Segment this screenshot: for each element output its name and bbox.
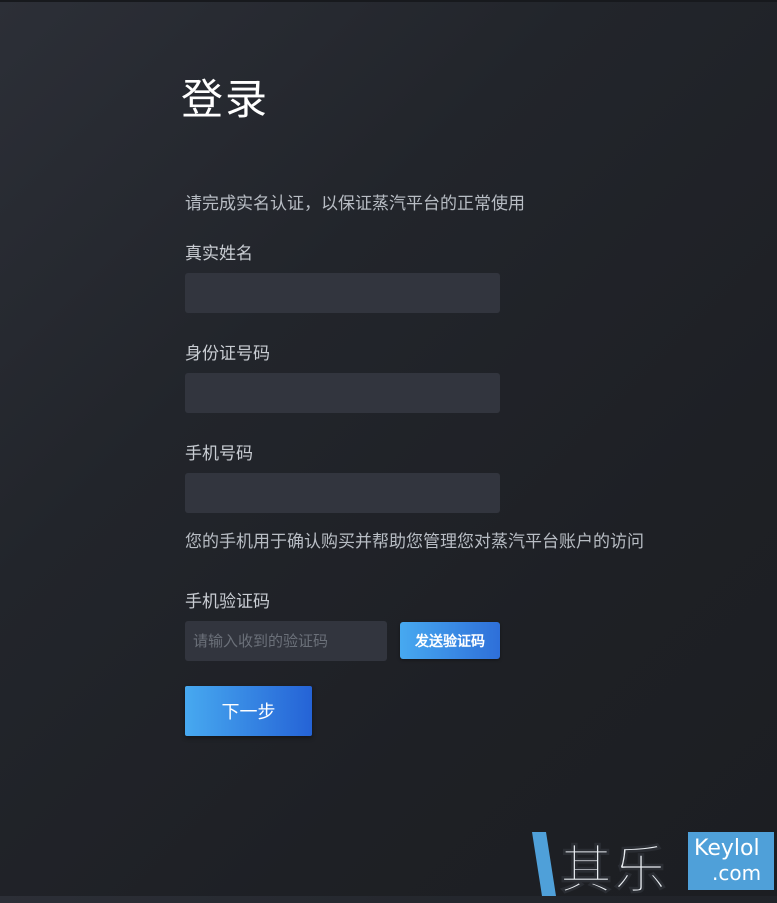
keylol-watermark: 其乐 Keylol .com: [530, 828, 777, 902]
phone-help-text: 您的手机用于确认购买并帮助您管理您对蒸汽平台账户的访问: [185, 532, 644, 552]
watermark-domain-text: .com: [712, 861, 762, 885]
id-number-input[interactable]: [185, 373, 500, 413]
phone-input[interactable]: [185, 473, 500, 513]
watermark-brand-text: Keylol: [694, 836, 760, 861]
page-title: 登录: [181, 75, 270, 124]
id-number-label: 身份证号码: [185, 344, 270, 364]
send-code-button[interactable]: 发送验证码: [400, 622, 500, 659]
window-top-border: [0, 0, 777, 2]
watermark-chinese-text: 其乐: [559, 840, 669, 902]
verification-code-label: 手机验证码: [185, 592, 270, 612]
watermark-logo-box: Keylol .com: [688, 832, 774, 890]
real-name-label: 真实姓名: [185, 244, 253, 264]
phone-label: 手机号码: [185, 444, 253, 464]
verification-instruction: 请完成实名认证，以保证蒸汽平台的正常使用: [185, 194, 525, 214]
verification-code-input[interactable]: [185, 621, 387, 661]
next-step-button[interactable]: 下一步: [185, 686, 312, 736]
watermark-slash-icon: [532, 832, 556, 896]
real-name-input[interactable]: [185, 273, 500, 313]
